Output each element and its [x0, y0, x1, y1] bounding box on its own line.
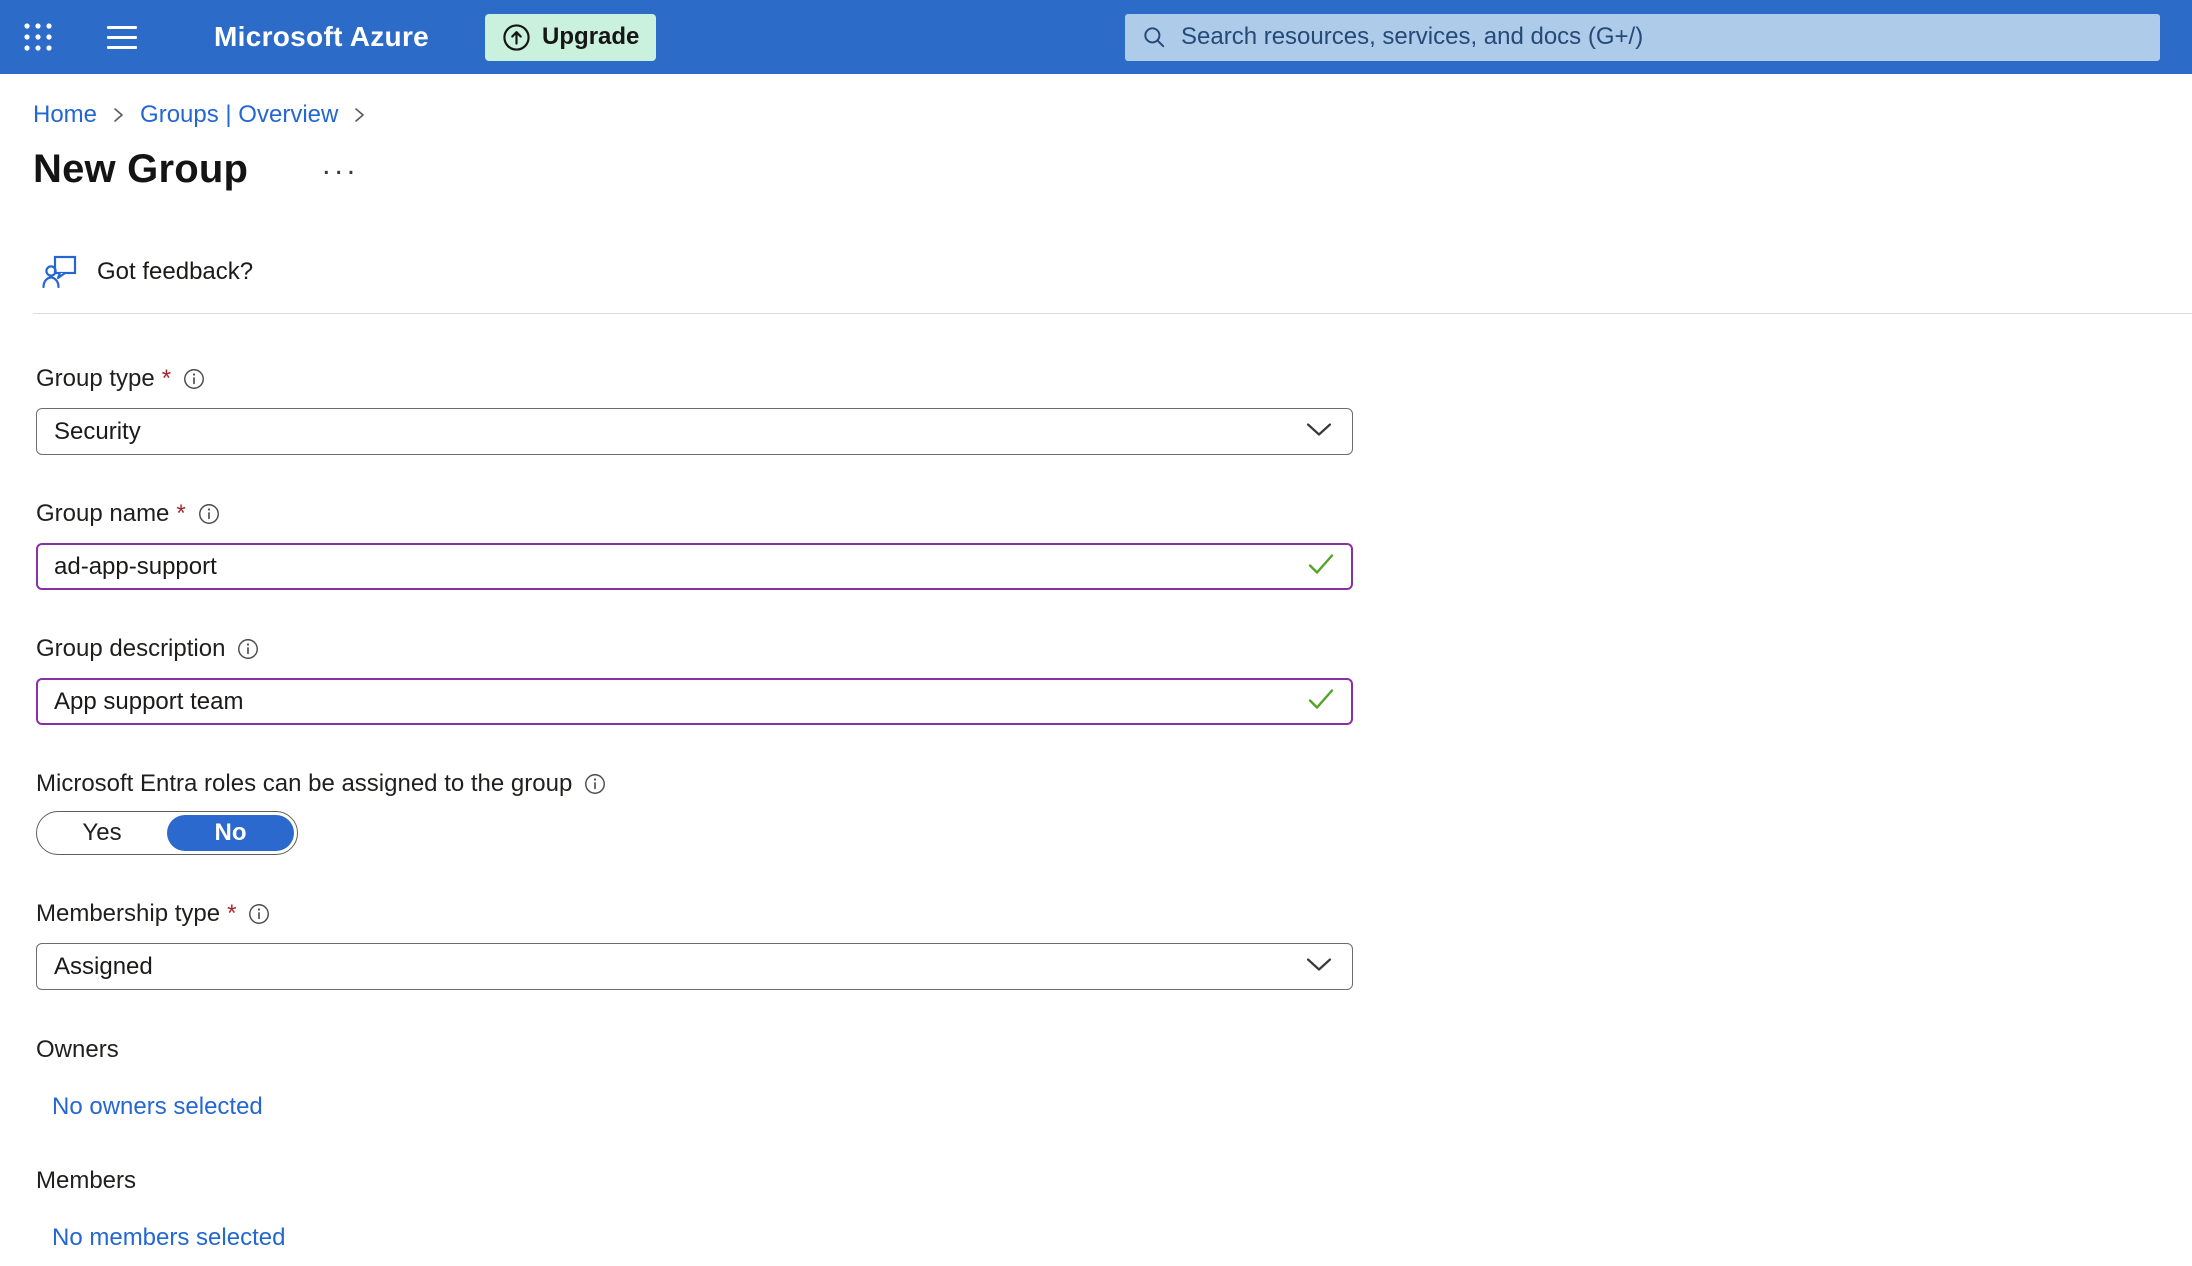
global-search[interactable] — [1125, 14, 2160, 61]
no-members-selected-link[interactable]: No members selected — [52, 1224, 285, 1252]
upgrade-button[interactable]: Upgrade — [485, 14, 656, 61]
page-title: New Group — [33, 147, 248, 192]
entra-roles-label-row: Microsoft Entra roles can be assigned to… — [36, 770, 1353, 798]
toolbar-divider — [33, 313, 2192, 314]
entra-roles-toggle[interactable]: Yes No — [36, 811, 298, 855]
more-options-icon[interactable]: ... — [316, 152, 365, 188]
no-owners-selected-link[interactable]: No owners selected — [52, 1093, 263, 1121]
membership-type-dropdown[interactable]: Assigned — [36, 943, 1353, 990]
membership-type-field: Membership type * Assigned — [36, 900, 1353, 990]
group-name-field: Group name * — [36, 500, 1353, 590]
breadcrumb: Home Groups | Overview — [33, 101, 2192, 129]
group-name-label: Group name — [36, 500, 169, 528]
toggle-option-no-selected[interactable]: No — [167, 815, 294, 851]
app-launcher-icon[interactable] — [0, 0, 76, 74]
group-description-label: Group description — [36, 635, 225, 663]
got-feedback-button[interactable]: Got feedback? — [42, 254, 253, 290]
chevron-right-icon — [111, 103, 126, 127]
brand-title[interactable]: Microsoft Azure — [214, 21, 429, 53]
owners-label: Owners — [36, 1036, 1353, 1064]
waffle-grid-icon — [22, 21, 54, 53]
entra-roles-label: Microsoft Entra roles can be assigned to… — [36, 770, 572, 798]
breadcrumb-home[interactable]: Home — [33, 101, 97, 129]
group-type-label: Group type — [36, 365, 155, 393]
members-section: Members No members selected — [36, 1167, 1353, 1252]
group-name-label-row: Group name * — [36, 500, 1353, 528]
group-description-control — [36, 678, 1353, 725]
membership-type-label: Membership type — [36, 900, 220, 928]
group-type-value: Security — [54, 418, 141, 446]
chevron-right-icon — [352, 103, 367, 127]
group-type-field: Group type * Security — [36, 365, 1353, 455]
required-marker: * — [176, 500, 185, 528]
info-icon[interactable] — [584, 773, 606, 795]
required-marker: * — [162, 365, 171, 393]
info-icon[interactable] — [248, 903, 270, 925]
new-group-form: Group type * Security Group — [36, 365, 1353, 1252]
group-name-input[interactable] — [36, 543, 1353, 590]
upgrade-label: Upgrade — [542, 23, 639, 51]
membership-type-control: Assigned — [36, 943, 1353, 990]
checkmark-icon — [1306, 551, 1336, 582]
breadcrumb-groups-overview[interactable]: Groups | Overview — [140, 101, 338, 129]
group-name-control — [36, 543, 1353, 590]
command-toolbar: Got feedback? — [42, 254, 2192, 290]
members-label: Members — [36, 1167, 1353, 1195]
info-icon[interactable] — [198, 503, 220, 525]
search-input[interactable] — [1179, 22, 2144, 52]
group-type-control: Security — [36, 408, 1353, 455]
page-header: New Group ... — [33, 147, 2192, 192]
search-icon — [1141, 24, 1167, 50]
owners-section: Owners No owners selected — [36, 1036, 1353, 1121]
got-feedback-label: Got feedback? — [97, 258, 253, 286]
group-description-field: Group description — [36, 635, 1353, 725]
info-icon[interactable] — [183, 368, 205, 390]
checkmark-icon — [1306, 686, 1336, 717]
group-type-label-row: Group type * — [36, 365, 1353, 393]
arrow-up-circle-icon — [502, 23, 531, 52]
feedback-person-icon — [42, 254, 80, 290]
toggle-option-yes[interactable]: Yes — [37, 819, 167, 847]
group-type-dropdown[interactable]: Security — [36, 408, 1353, 455]
hamburger-menu-icon[interactable] — [92, 0, 152, 74]
entra-roles-field: Microsoft Entra roles can be assigned to… — [36, 770, 1353, 855]
group-description-label-row: Group description — [36, 635, 1353, 663]
azure-top-bar: Microsoft Azure Upgrade — [0, 0, 2192, 74]
required-marker: * — [227, 900, 236, 928]
group-description-input[interactable] — [36, 678, 1353, 725]
membership-type-label-row: Membership type * — [36, 900, 1353, 928]
info-icon[interactable] — [237, 638, 259, 660]
membership-type-value: Assigned — [54, 953, 153, 981]
